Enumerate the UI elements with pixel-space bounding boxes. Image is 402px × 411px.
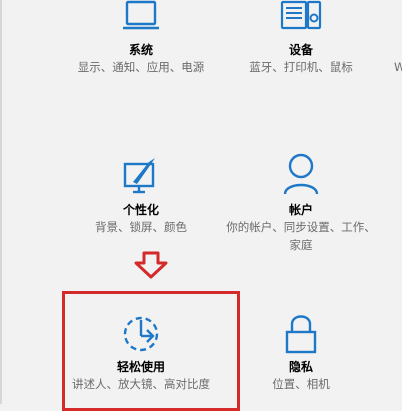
clipped-tile-text: W	[394, 60, 402, 74]
tile-title: 隐私	[288, 360, 313, 374]
tile-title: 系统	[128, 43, 153, 57]
tile-ease-of-access[interactable]: 轻松使用 讲述人、放大镜、高对比度	[66, 312, 216, 404]
tile-privacy[interactable]: 隐私 位置、相机	[226, 312, 376, 392]
tile-description: 蓝牙、打印机、鼠标	[249, 60, 353, 74]
lock-icon	[226, 312, 376, 362]
paint-monitor-icon	[66, 156, 216, 206]
tile-description: 讲述人、放大镜、高对比度	[72, 377, 210, 391]
tile-personalization[interactable]: 个性化 背景、锁屏、颜色	[66, 156, 216, 236]
clock-dashed-icon	[66, 312, 216, 362]
left-divider	[0, 0, 2, 404]
tile-accounts[interactable]: 帐户 你的帐户、同步设置、工作、家庭	[226, 152, 376, 252]
tile-description: 背景、锁屏、颜色	[95, 220, 187, 234]
tile-title: 设备	[288, 43, 313, 57]
tile-devices[interactable]: 设备 蓝牙、打印机、鼠标	[226, 0, 376, 80]
person-icon	[226, 152, 376, 202]
tile-description: 你的帐户、同步设置、工作、家庭	[226, 220, 376, 252]
tile-description: 显示、通知、应用、电源	[77, 60, 205, 74]
tile-title: 帐户	[288, 203, 313, 217]
tile-description: 位置、相机	[272, 377, 330, 391]
arrow-down-icon	[134, 251, 168, 279]
tile-system[interactable]: 系统 显示、通知、应用、电源	[66, 0, 216, 95]
tile-title: 个性化	[122, 203, 159, 217]
tile-title: 轻松使用	[116, 360, 165, 374]
